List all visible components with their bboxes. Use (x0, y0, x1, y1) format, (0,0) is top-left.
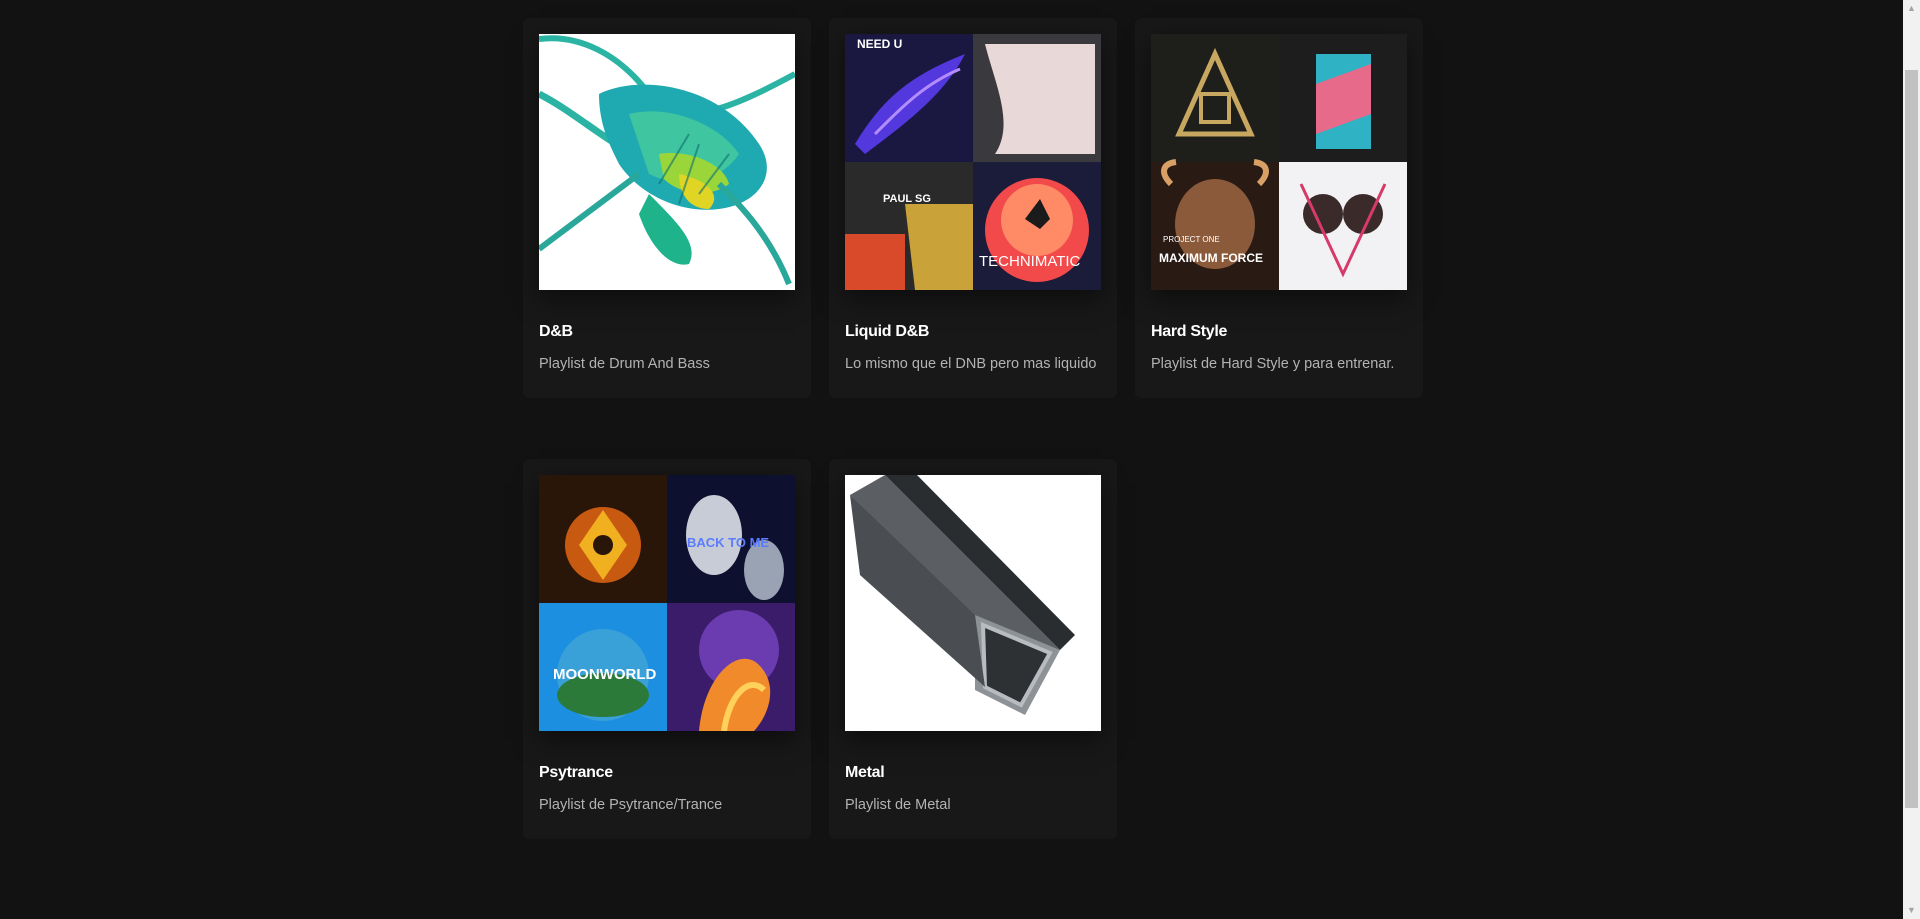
playlist-description: Playlist de Hard Style y para entrenar. (1151, 356, 1395, 372)
playlist-cover-psytrance[interactable]: BACK TO ME MOONWORLD (539, 475, 795, 731)
playlist-title[interactable]: D&B (539, 323, 573, 341)
cover-text-moonworld: MOONWORLD (553, 666, 656, 683)
cover-text-paul-sg: PAUL SG (883, 193, 931, 205)
playlist-card-dnb[interactable]: D&B Playlist de Drum And Bass (523, 18, 811, 398)
playlist-card-hard-style[interactable]: PROJECT ONE MAXIMUM FORCE Hard Style Pla… (1135, 18, 1423, 398)
vertical-scrollbar[interactable]: ▲ ▼ (1903, 0, 1920, 919)
playlist-card-psytrance[interactable]: BACK TO ME MOONWORLD Psytrance Playlist … (523, 459, 811, 839)
playlist-card-metal[interactable]: Metal Playlist de Metal (829, 459, 1117, 839)
playlist-card-liquid-dnb[interactable]: NEED U PAUL SG TECHNIMATIC Liquid D&B Lo… (829, 18, 1117, 398)
playlist-description: Lo mismo que el DNB pero mas liquido (845, 356, 1097, 372)
playlist-description: Playlist de Psytrance/Trance (539, 797, 723, 813)
playlist-cover-metal[interactable] (845, 475, 1101, 731)
playlist-cover-liquid-dnb[interactable]: NEED U PAUL SG TECHNIMATIC (845, 34, 1101, 290)
playlist-title[interactable]: Hard Style (1151, 323, 1227, 341)
cover-text-maximum-force: MAXIMUM FORCE (1159, 251, 1263, 265)
cover-text-back-to-me: BACK TO ME (687, 535, 769, 550)
playlist-description: Playlist de Drum And Bass (539, 356, 710, 372)
arrow-up-icon[interactable]: ▲ (1903, 0, 1920, 17)
playlist-cover-dnb[interactable] (539, 34, 795, 290)
playlist-cover-hard-style[interactable]: PROJECT ONE MAXIMUM FORCE (1151, 34, 1407, 290)
playlist-title[interactable]: Metal (845, 764, 885, 782)
arrow-down-icon[interactable]: ▼ (1903, 902, 1920, 919)
playlist-title[interactable]: Psytrance (539, 764, 613, 782)
cover-text-technimatic: TECHNIMATIC (979, 253, 1081, 270)
playlist-description: Playlist de Metal (845, 797, 951, 813)
playlist-title[interactable]: Liquid D&B (845, 323, 929, 341)
scrollbar-thumb[interactable] (1905, 70, 1918, 808)
cover-text-need-u: NEED U (857, 37, 902, 51)
playlist-grid-page: D&B Playlist de Drum And Bass NEED U PAU… (0, 0, 1920, 919)
cover-text-project-one: PROJECT ONE (1163, 235, 1220, 244)
